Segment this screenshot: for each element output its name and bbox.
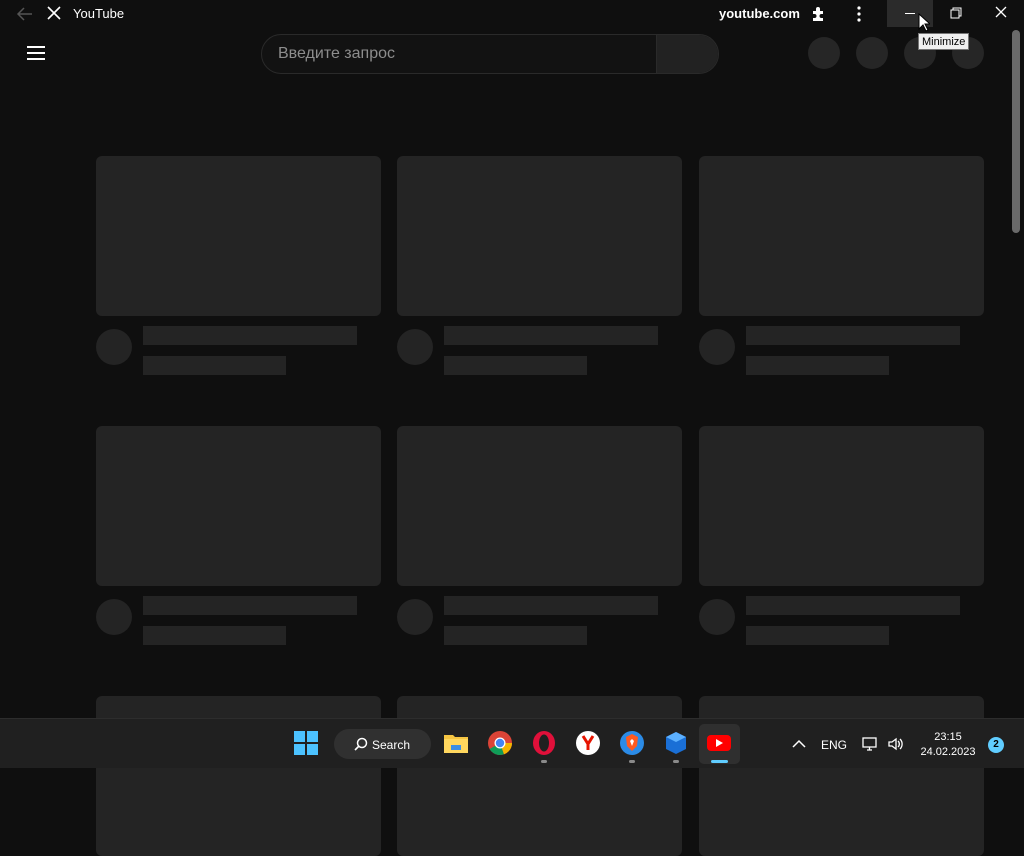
window-title: YouTube [73, 6, 125, 21]
file-explorer-icon[interactable] [443, 730, 471, 758]
meta-placeholder [746, 626, 889, 645]
scrollbar-thumb[interactable] [1012, 30, 1020, 233]
tray-chevron-icon[interactable] [791, 736, 807, 755]
meta-placeholder [746, 356, 889, 375]
title-placeholder [444, 596, 658, 615]
network-icon[interactable] [862, 736, 880, 755]
opera-running-indicator [541, 760, 547, 763]
title-placeholder [143, 326, 357, 345]
search-icon [354, 737, 368, 751]
clock[interactable]: 23:15 24.02.2023 [906, 730, 990, 760]
brave-running-indicator [629, 760, 635, 763]
meta-placeholder [143, 626, 286, 645]
header-placeholder-icon[interactable] [808, 37, 840, 69]
channel-avatar-placeholder [699, 329, 735, 365]
title-placeholder [746, 596, 960, 615]
hamburger-menu-icon[interactable] [27, 46, 45, 60]
thumbnail-placeholder [397, 156, 682, 316]
search-box [261, 34, 719, 74]
title-placeholder [143, 596, 357, 615]
mouse-cursor-icon [918, 12, 932, 38]
sandbox-running-indicator [673, 760, 679, 763]
windows-sandbox-icon[interactable] [663, 730, 691, 758]
channel-avatar-placeholder [96, 599, 132, 635]
channel-avatar-placeholder [96, 329, 132, 365]
thumbnail-placeholder [699, 426, 984, 586]
site-url[interactable]: youtube.com [719, 6, 800, 21]
start-windows-icon[interactable] [293, 730, 321, 758]
meta-placeholder [444, 356, 587, 375]
header-placeholder-icon[interactable] [856, 37, 888, 69]
thumbnail-placeholder [96, 426, 381, 586]
stop-loading-icon[interactable] [46, 5, 62, 21]
windows-taskbar: Search ENG 23:15 24.02.2023 2 [0, 718, 1024, 768]
channel-avatar-placeholder [397, 599, 433, 635]
extensions-puzzle-icon[interactable] [810, 5, 828, 23]
youtube-icon[interactable] [706, 730, 734, 758]
restore-button[interactable] [933, 0, 979, 27]
language-indicator[interactable]: ENG [821, 738, 847, 752]
close-button[interactable] [979, 0, 1024, 27]
search-button[interactable] [656, 35, 718, 73]
yandex-browser-icon[interactable] [575, 730, 603, 758]
taskbar-search-label: Search [372, 738, 411, 752]
volume-icon[interactable] [887, 736, 905, 755]
thumbnail-placeholder [397, 426, 682, 586]
brave-browser-icon[interactable] [619, 730, 647, 758]
thumbnail-placeholder [699, 156, 984, 316]
notification-badge[interactable]: 2 [988, 737, 1004, 753]
channel-avatar-placeholder [699, 599, 735, 635]
chrome-icon[interactable] [487, 730, 515, 758]
clock-time: 23:15 [934, 731, 962, 743]
taskbar-search-button[interactable]: Search [334, 729, 431, 759]
channel-avatar-placeholder [397, 329, 433, 365]
thumbnail-placeholder [96, 156, 381, 316]
opera-icon[interactable] [531, 730, 559, 758]
back-arrow-icon[interactable] [16, 5, 34, 23]
meta-placeholder [143, 356, 286, 375]
clock-date: 24.02.2023 [920, 746, 976, 758]
meta-placeholder [444, 626, 587, 645]
youtube-active-indicator [711, 760, 728, 763]
title-placeholder [444, 326, 658, 345]
title-placeholder [746, 326, 960, 345]
more-menu-icon[interactable] [851, 5, 867, 23]
browser-titlebar: YouTube youtube.com [0, 0, 1024, 27]
search-input[interactable] [262, 35, 656, 73]
